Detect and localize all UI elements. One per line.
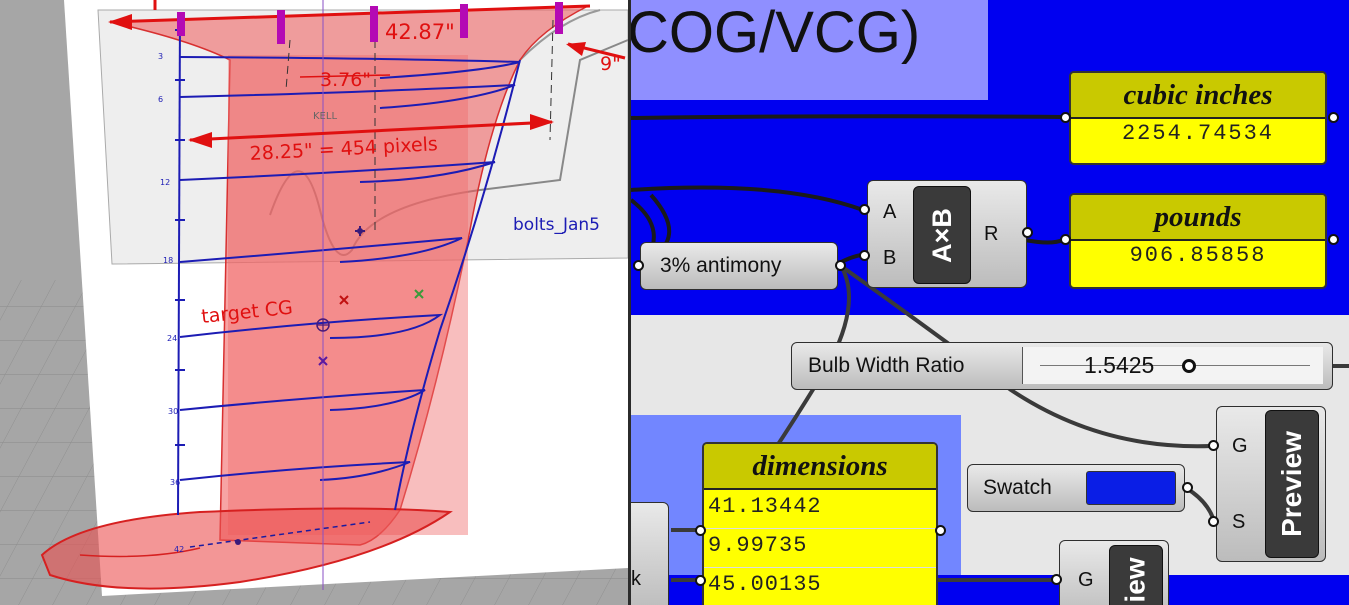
dim-right: 9" (600, 53, 621, 75)
cubic-input-grip[interactable] (1060, 112, 1071, 123)
cubic-inches-value: 2254.74534 (1121, 121, 1275, 146)
cubic-output-grip[interactable] (1328, 112, 1339, 123)
antimony-input-grip[interactable] (633, 260, 644, 271)
dimensions-value-2: 9.99735 (704, 529, 936, 568)
slider-value: 1.5425 (1084, 352, 1155, 378)
dimensions-panel[interactable]: dimensions 41.13442 9.99735 45.00135 (702, 442, 938, 605)
multiply-grip-a[interactable] (859, 204, 870, 215)
antimony-param[interactable]: 3% antimony (640, 242, 838, 290)
preview2-title: iew (1109, 545, 1163, 605)
antimony-label: 3% antimony (660, 254, 782, 277)
slider-handle[interactable] (1182, 359, 1196, 373)
grasshopper-canvas[interactable]: COG/VCG) cubic inches 2254.74534 pounds … (631, 0, 1349, 605)
antimony-output-grip[interactable] (835, 260, 846, 271)
preview2-title-text: iew (1119, 557, 1151, 603)
swatch-label: Swatch (983, 476, 1052, 499)
pounds-panel[interactable]: pounds 906.85858 (1069, 193, 1327, 289)
bulb-width-slider[interactable]: Bulb Width Ratio 1.5425 (791, 342, 1333, 390)
station-42: 42 (174, 545, 184, 554)
cubic-inches-title: cubic inches (1071, 73, 1325, 119)
cubic-inches-panel[interactable]: cubic inches 2254.74534 (1069, 71, 1327, 165)
station-18: 18 (163, 256, 173, 265)
dimensions-input-grip-2[interactable] (695, 575, 706, 586)
station-36: 36 (170, 478, 180, 487)
multiply-op-text: A×B (926, 207, 957, 263)
multiply-input-b[interactable]: B (883, 247, 896, 270)
preview-title: Preview (1265, 410, 1319, 558)
preview-title-text: Preview (1276, 431, 1308, 537)
pounds-output-grip[interactable] (1328, 234, 1339, 245)
pounds-value: 906.85858 (1129, 243, 1267, 268)
multiply-op-label: A×B (913, 186, 971, 284)
bulb-cg-marker (235, 539, 241, 545)
dimensions-input-grip-1[interactable] (695, 525, 706, 536)
preview-grip-g[interactable] (1208, 440, 1219, 451)
bolts-label: bolts_Jan5 (513, 215, 600, 235)
station-30: 30 (168, 407, 178, 416)
slider-label: Bulb Width Ratio (808, 354, 965, 377)
pounds-input-grip[interactable] (1060, 234, 1071, 245)
station-24: 24 (167, 334, 177, 343)
station-6: 6 (158, 95, 163, 104)
dim-keel-width: 3.76" (320, 69, 371, 91)
pounds-title: pounds (1071, 195, 1325, 241)
multiply-grip-b[interactable] (859, 250, 870, 261)
dimensions-output-grip[interactable] (935, 525, 946, 536)
rhino-viewport[interactable]: 3 6 12 18 24 30 36 42 42.87" 3.76" 28.25… (0, 0, 630, 605)
swatch-color-box[interactable] (1086, 471, 1176, 505)
swatch-component[interactable]: Swatch (967, 464, 1185, 512)
dim-top-width: 42.87" (385, 20, 455, 44)
preview-grip-s[interactable] (1208, 516, 1219, 527)
preview-input-s[interactable]: S (1232, 511, 1245, 534)
station-12: 12 (160, 178, 170, 187)
viewport-scene: 3 6 12 18 24 30 36 42 42.87" 3.76" 28.25… (0, 0, 630, 605)
station-3: 3 (158, 52, 163, 61)
multiply-output-r[interactable]: R (984, 223, 998, 246)
keel-label: KELL (313, 111, 337, 122)
dimensions-value-3: 45.00135 (708, 572, 822, 597)
preview2-grip-g[interactable] (1051, 574, 1062, 585)
slider-track[interactable] (1040, 365, 1310, 366)
partial-component-label: k (631, 568, 641, 590)
swatch-output-grip[interactable] (1182, 482, 1193, 493)
dimensions-title: dimensions (704, 444, 936, 490)
dimensions-value-1: 41.13442 (704, 490, 936, 529)
multiply-grip-r[interactable] (1022, 227, 1033, 238)
preview-input-g[interactable]: G (1232, 435, 1248, 458)
multiply-input-a[interactable]: A (883, 201, 896, 224)
preview2-input-g[interactable]: G (1078, 569, 1094, 592)
